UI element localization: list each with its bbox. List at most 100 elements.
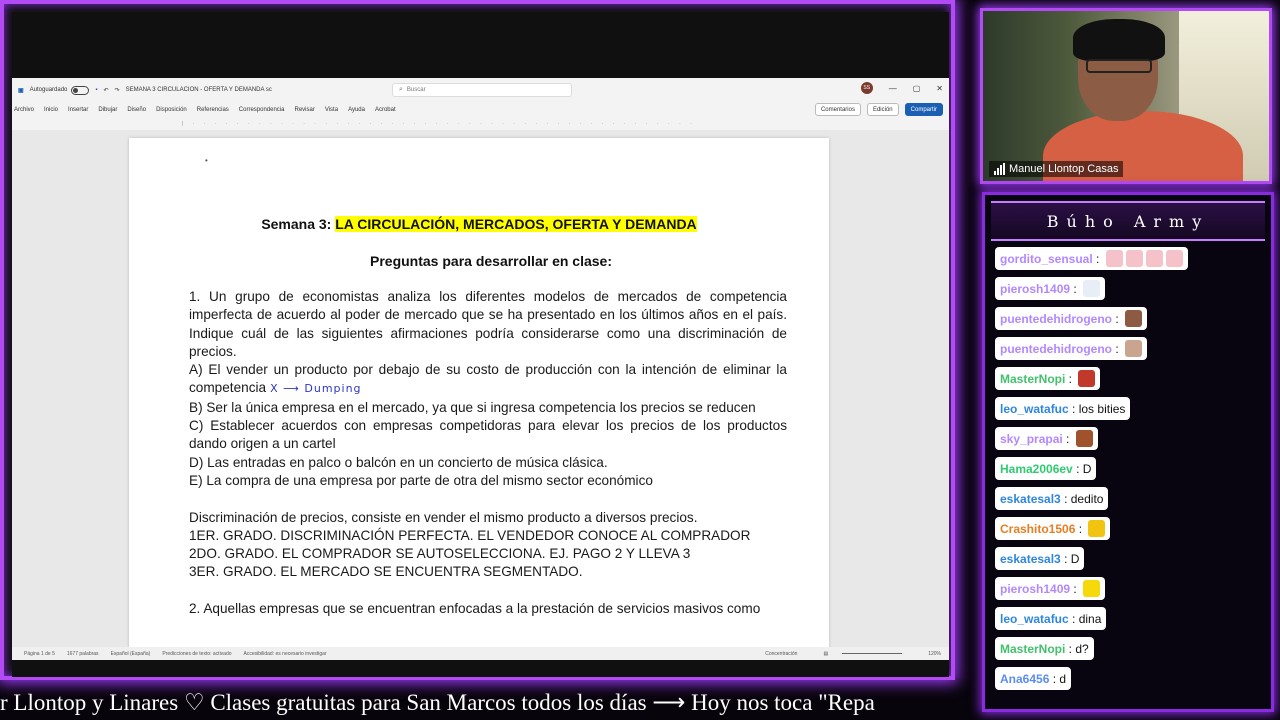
chat-username[interactable]: puentedehidrogeno <box>1000 312 1112 326</box>
emote-icon <box>1075 430 1093 447</box>
chat-username[interactable]: pierosh1409 <box>1000 282 1070 296</box>
chat-username[interactable]: Crashito1506 <box>1000 522 1075 536</box>
chat-text: d <box>1059 671 1067 686</box>
emote-icon <box>1105 250 1123 267</box>
zoom-level[interactable]: 120% <box>928 651 941 657</box>
word-count[interactable]: 1677 palabras <box>67 651 99 657</box>
title-highlight: LA CIRCULACIÓN, MERCADOS, OFERTA Y DEMAN… <box>335 216 697 232</box>
chat-message: pierosh1409 : <box>995 577 1106 600</box>
comments-button[interactable]: Comentarios <box>814 103 861 116</box>
chat-message: MasterNopi : d? <box>995 637 1094 660</box>
emote-icon <box>1125 340 1143 357</box>
search-icon: ⌕ <box>399 86 403 93</box>
document-area[interactable]: • Semana 3: LA CIRCULACIÓN, MERCADOS, OF… <box>12 130 949 648</box>
option-a: A) El vender un producto por debajo de s… <box>189 361 787 399</box>
chat-username[interactable]: Hama2006ev <box>1000 462 1073 476</box>
chat-username[interactable]: eskatesal3 <box>1000 552 1061 566</box>
grade-2: 2DO. GRADO. EL COMPRADOR SE AUTOSELECCIO… <box>189 546 691 562</box>
chat-username[interactable]: MasterNopi <box>1000 642 1065 656</box>
chat-message: leo_watafuc : los bities <box>995 397 1131 420</box>
doc-title[interactable]: SEMANA 3 CIRCULACION - OFERTA Y DEMANDA … <box>126 87 272 93</box>
chat-message: leo_watafuc : dina <box>995 607 1107 630</box>
view-icon[interactable]: ▤ <box>823 651 828 657</box>
chat-text: los bities <box>1078 401 1126 416</box>
focus-button[interactable]: Concentración <box>765 651 797 657</box>
document-page[interactable]: • Semana 3: LA CIRCULACIÓN, MERCADOS, OF… <box>129 138 829 648</box>
grade-1: 1ER. GRADO. DISCRIMINACIÓN PERFECTA. EL … <box>189 527 751 543</box>
chat-message: Crashito1506 : <box>995 517 1111 540</box>
tab-revisar[interactable]: Revisar <box>294 107 314 113</box>
emote-icon <box>1083 580 1101 597</box>
chat-username[interactable]: eskatesal3 <box>1000 492 1061 506</box>
screen-share-frame: ▣ Autoguardado ▪ ↶ ↷ SEMANA 3 CIRCULACIO… <box>0 0 955 680</box>
chat-message: puentedehidrogeno : <box>995 337 1148 360</box>
ribbon-actions: Comentarios Edición Compartir <box>814 103 943 116</box>
chat-message: eskatesal3 : dedito <box>995 487 1109 510</box>
autosave-toggle[interactable] <box>71 85 90 95</box>
tab-ayuda[interactable]: Ayuda <box>348 107 365 113</box>
maximize-icon[interactable]: ▢ <box>913 84 921 93</box>
ticker-banner: r Llontop y Linares ♡ Clases gratuitas p… <box>0 690 875 715</box>
close-icon[interactable]: ✕ <box>936 84 943 93</box>
accessibility-status[interactable]: Accesibilidad: es necesario investigar <box>244 651 327 657</box>
emote-icon <box>1165 250 1183 267</box>
chat-text: dedito <box>1070 491 1104 506</box>
chat-username[interactable]: sky_prapai <box>1000 432 1063 446</box>
editing-button[interactable]: Edición <box>866 103 899 116</box>
chat-message: eskatesal3 : D <box>995 547 1085 570</box>
presenter-name: Manuel Llontop Casas <box>1009 163 1119 175</box>
chat-panel: Búho Army gordito_sensual : pierosh1409 … <box>982 192 1274 712</box>
window-controls: SS — ▢ ✕ <box>860 82 943 94</box>
chat-username[interactable]: Ana6456 <box>1000 672 1049 686</box>
tab-archivo[interactable]: Archivo <box>14 107 34 113</box>
tab-referencias[interactable]: Referencias <box>197 107 229 113</box>
avatar[interactable]: SS <box>860 82 873 94</box>
ruler: | · · · · · · · · · · · · · · · · · · · … <box>182 121 696 127</box>
definition: Discriminación de precios, consiste en v… <box>189 509 698 525</box>
chat-username[interactable]: MasterNopi <box>1000 372 1065 386</box>
ribbon-tabs: Archivo Inicio Insertar Dibujar Diseño D… <box>12 102 949 118</box>
save-icon[interactable]: ▪ <box>95 87 97 93</box>
search-input[interactable]: ⌕ Buscar <box>392 83 572 97</box>
chat-message: sky_prapai : <box>995 427 1098 450</box>
language-status[interactable]: Español (España) <box>111 651 151 657</box>
signal-icon <box>994 163 1005 175</box>
zoom-slider[interactable] <box>842 653 903 654</box>
predictions-status[interactable]: Predicciones de texto: activado <box>162 651 231 657</box>
tab-diseno[interactable]: Diseño <box>127 107 146 113</box>
share-button[interactable]: Compartir <box>904 103 943 116</box>
chat-message: MasterNopi : <box>995 367 1101 390</box>
undo-icon[interactable]: ↶ <box>104 87 109 94</box>
document-body: 1. Un grupo de economistas analiza los d… <box>189 288 787 618</box>
chat-username[interactable]: gordito_sensual <box>1000 252 1093 266</box>
tab-insertar[interactable]: Insertar <box>68 107 88 113</box>
redo-icon[interactable]: ↷ <box>115 87 120 94</box>
chat-message: gordito_sensual : <box>995 247 1188 270</box>
shared-screen: ▣ Autoguardado ▪ ↶ ↷ SEMANA 3 CIRCULACIO… <box>12 12 949 677</box>
tab-disposicion[interactable]: Disposición <box>156 107 187 113</box>
grade-3: 3ER. GRADO. EL MERCADO SE ENCUENTRA SEGM… <box>189 564 583 580</box>
chat-username[interactable]: pierosh1409 <box>1000 582 1070 596</box>
title-bar: ▣ Autoguardado ▪ ↶ ↷ SEMANA 3 CIRCULACIO… <box>12 78 949 102</box>
chat-text: D <box>1082 461 1092 476</box>
page-count[interactable]: Página 1 de 5 <box>24 651 55 657</box>
tab-inicio[interactable]: Inicio <box>44 107 58 113</box>
tab-acrobat[interactable]: Acrobat <box>375 107 396 113</box>
emote-icon <box>1088 520 1106 537</box>
tab-vista[interactable]: Vista <box>325 107 338 113</box>
tab-dibujar[interactable]: Dibujar <box>98 107 117 113</box>
chat-text: d? <box>1075 641 1089 656</box>
chat-message: pierosh1409 : <box>995 277 1106 300</box>
chat-text: D <box>1070 551 1080 566</box>
handwritten-note: X ⟶ Dumping <box>270 382 362 396</box>
emote-icon <box>1125 310 1143 327</box>
tab-correspondencia[interactable]: Correspondencia <box>239 107 285 113</box>
chat-username[interactable]: leo_watafuc <box>1000 402 1069 416</box>
minimize-icon[interactable]: — <box>889 84 897 93</box>
chat-message: puentedehidrogeno : <box>995 307 1148 330</box>
status-right: Concentración ▤ 120% <box>753 651 941 657</box>
chat-username[interactable]: leo_watafuc <box>1000 612 1069 626</box>
autosave-label: Autoguardado <box>29 87 68 93</box>
chat-message: Ana6456 : d <box>995 667 1072 690</box>
chat-username[interactable]: puentedehidrogeno <box>1000 342 1112 356</box>
